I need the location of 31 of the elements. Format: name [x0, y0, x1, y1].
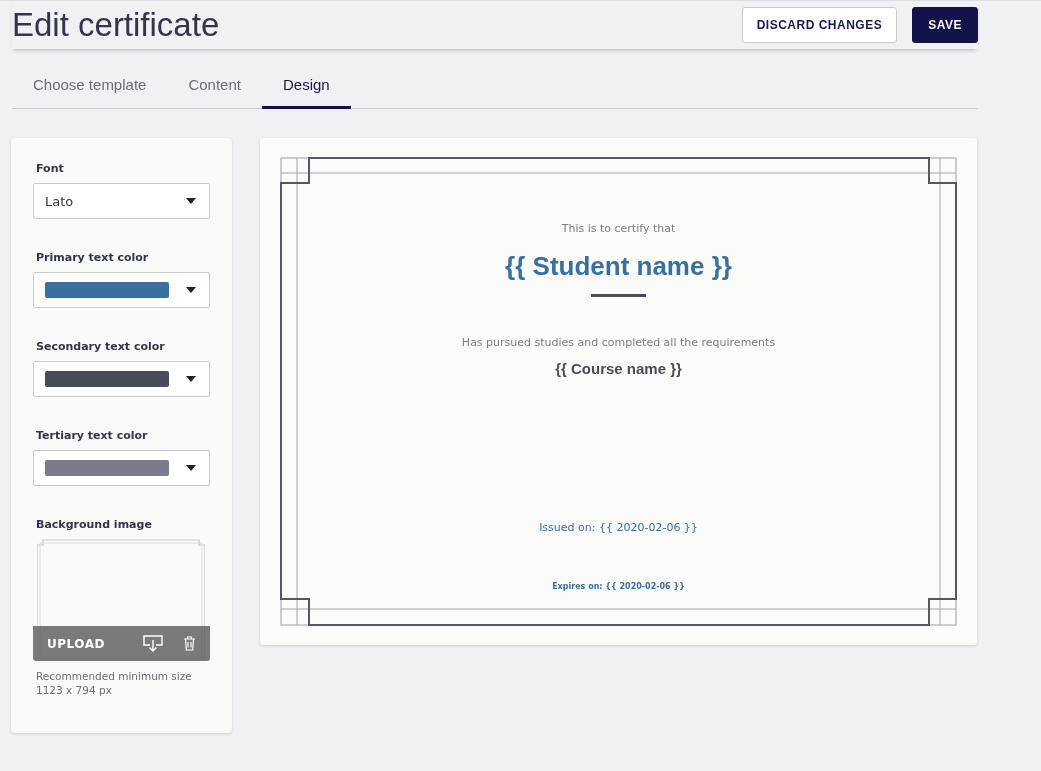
certificate-text: This is to certify that: [561, 222, 676, 235]
field-label: Tertiary text color: [36, 429, 149, 442]
field-label: Primary text color: [36, 251, 150, 264]
trash-icon[interactable]: [183, 636, 196, 651]
size-hint: Recommended minimum size: [36, 669, 193, 683]
page-title: Edit certificate: [12, 6, 220, 44]
divider-bar: [591, 294, 646, 297]
color-dropdown[interactable]: [33, 361, 210, 397]
discard-button[interactable]: DISCARD CHANGES: [741, 7, 898, 43]
caret-icon: [186, 198, 196, 204]
font-dropdown[interactable]: Lato: [33, 183, 210, 219]
download-icon[interactable]: [143, 635, 163, 652]
color-dropdown[interactable]: [33, 272, 210, 308]
field-label: Background image: [36, 518, 153, 531]
certificate-text: Has pursued studies and completed all the requirements: [461, 336, 776, 349]
size-hint: 1123 x 794 px: [36, 683, 113, 697]
certificate-text: Expires on: {{ 2020-02-06 }}: [552, 582, 685, 591]
field-label: Font: [36, 162, 65, 175]
save-button[interactable]: SAVE: [912, 7, 978, 43]
upload-button[interactable]: UPLOAD: [47, 636, 105, 651]
certificate-text: Issued on: {{ 2020-02-06 }}: [539, 521, 698, 534]
certificate-text: {{ Course name }}: [555, 360, 682, 377]
field-label: Secondary text color: [36, 340, 166, 353]
color-dropdown[interactable]: [33, 450, 210, 486]
caret-icon: [186, 287, 196, 293]
tab[interactable]: Content: [167, 63, 262, 109]
certificate-text: {{ Student name }}: [505, 251, 732, 282]
tab[interactable]: Design: [261, 63, 351, 109]
caret-icon: [186, 465, 196, 471]
tab[interactable]: Choose template: [12, 63, 168, 109]
caret-icon: [186, 376, 196, 382]
